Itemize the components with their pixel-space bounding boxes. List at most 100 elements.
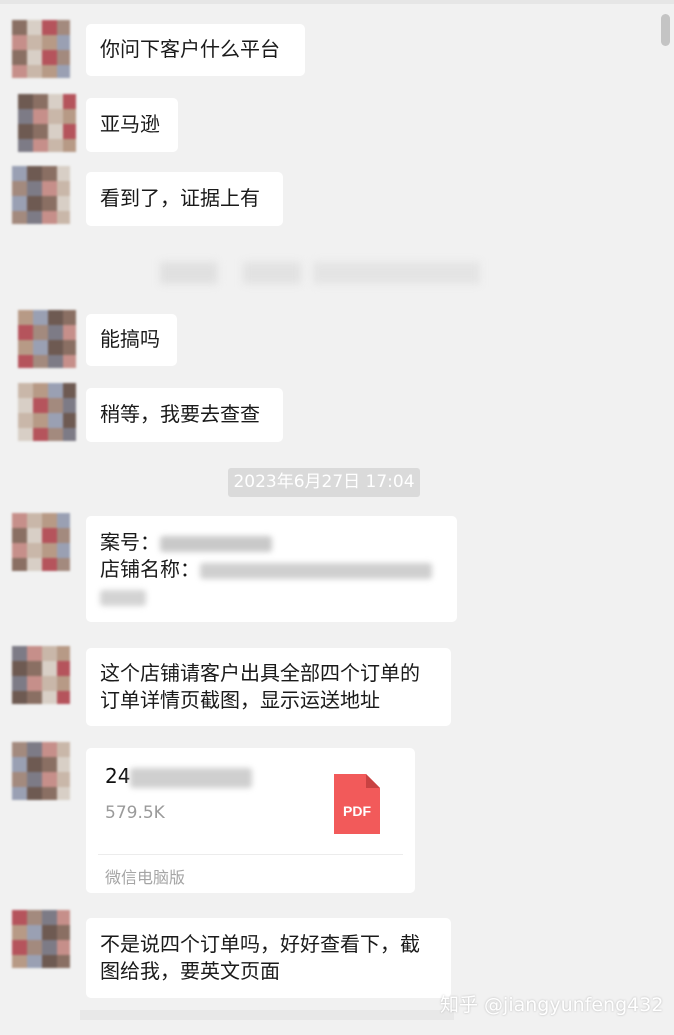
message-bubble[interactable]: 不是说四个订单吗，好好查看下，截 图给我，要英文页面	[86, 918, 451, 998]
avatar-pixel	[12, 166, 27, 181]
avatar-pixel	[27, 543, 42, 558]
avatar-pixel	[27, 211, 42, 224]
avatar-pixel	[27, 528, 42, 543]
avatar-pixel	[27, 20, 42, 35]
avatar-pixel	[18, 94, 33, 109]
avatar-pixel	[57, 50, 70, 65]
file-name: 24	[105, 764, 253, 788]
next-message-edge	[80, 1010, 454, 1020]
avatar-pixel	[27, 772, 42, 787]
avatar-pixel	[42, 35, 57, 50]
case-number-label: 案号：	[100, 530, 160, 554]
avatar-pixel	[48, 325, 63, 340]
watermark: 知乎 @jiangyunfeng432	[440, 994, 664, 1016]
file-message-card[interactable]: 24 579.5K PDF 微信电脑版	[86, 748, 415, 893]
avatar-pixel	[42, 196, 57, 211]
avatar-pixel	[12, 181, 27, 196]
avatar-pixel	[12, 787, 27, 800]
avatar-pixel	[27, 742, 42, 757]
message-bubble[interactable]: 亚马逊	[86, 98, 178, 152]
avatar-pixel	[42, 955, 57, 968]
avatar[interactable]	[12, 910, 70, 968]
avatar-pixel	[27, 50, 42, 65]
avatar-pixel	[63, 109, 76, 124]
redacted-store-name	[200, 562, 432, 579]
avatar-pixel	[42, 940, 57, 955]
avatar-pixel	[42, 513, 57, 528]
avatar-pixel	[57, 955, 70, 968]
avatar-pixel	[33, 340, 48, 355]
avatar-pixel	[12, 925, 27, 940]
avatar-pixel	[12, 196, 27, 211]
avatar[interactable]	[12, 166, 70, 224]
scrollbar-thumb[interactable]	[661, 14, 670, 46]
avatar[interactable]	[18, 383, 76, 441]
avatar-pixel	[12, 676, 27, 691]
avatar-pixel	[27, 910, 42, 925]
avatar-pixel	[63, 413, 76, 428]
avatar[interactable]	[12, 646, 70, 704]
message-bubble[interactable]: 看到了，证据上有	[86, 172, 283, 226]
avatar-pixel	[12, 910, 27, 925]
avatar-pixel	[57, 543, 70, 558]
message-text-line-1: 不是说四个订单吗，好好查看下，截	[100, 932, 420, 956]
avatar-pixel	[42, 50, 57, 65]
avatar-pixel	[63, 355, 76, 368]
top-divider	[0, 0, 674, 4]
avatar[interactable]	[12, 742, 70, 800]
avatar-pixel	[57, 742, 70, 757]
avatar-pixel	[12, 558, 27, 571]
message-text-line-2: 图给我，要英文页面	[100, 959, 280, 983]
pdf-file-icon: PDF	[334, 774, 380, 834]
avatar-pixel	[63, 428, 76, 441]
message-bubble[interactable]: 案号： 店铺名称：	[86, 516, 457, 622]
message-text: 你问下客户什么平台	[100, 37, 280, 61]
message-text: 能搞吗	[100, 327, 160, 351]
avatar-pixel	[42, 925, 57, 940]
message-bubble[interactable]: 能搞吗	[86, 314, 177, 366]
avatar-pixel	[27, 166, 42, 181]
avatar-pixel	[27, 35, 42, 50]
avatar-pixel	[57, 65, 70, 78]
avatar-pixel	[48, 109, 63, 124]
avatar-pixel	[57, 558, 70, 571]
avatar-pixel	[12, 661, 27, 676]
avatar-pixel	[18, 428, 33, 441]
avatar-pixel	[57, 20, 70, 35]
avatar-pixel	[27, 513, 42, 528]
avatar-pixel	[33, 355, 48, 368]
message-bubble[interactable]: 这个店铺请客户出具全部四个订单的 订单详情页截图，显示运送地址	[86, 648, 451, 726]
avatar-pixel	[18, 355, 33, 368]
file-size: 579.5K	[105, 803, 165, 823]
avatar-pixel	[33, 94, 48, 109]
avatar-pixel	[48, 428, 63, 441]
avatar[interactable]	[18, 310, 76, 368]
avatar-pixel	[57, 691, 70, 704]
avatar-pixel	[18, 310, 33, 325]
avatar[interactable]	[12, 20, 70, 78]
avatar-pixel	[12, 528, 27, 543]
avatar-pixel	[33, 398, 48, 413]
avatar-pixel	[18, 109, 33, 124]
avatar-pixel	[12, 513, 27, 528]
avatar[interactable]	[12, 513, 70, 571]
avatar-pixel	[57, 661, 70, 676]
avatar-pixel	[18, 124, 33, 139]
avatar-pixel	[27, 676, 42, 691]
message-text: 看到了，证据上有	[100, 186, 260, 210]
avatar-pixel	[42, 691, 57, 704]
file-source-label: 微信电脑版	[105, 868, 186, 887]
avatar-pixel	[42, 661, 57, 676]
message-text-line-1: 这个店铺请客户出具全部四个订单的	[100, 661, 420, 685]
avatar-pixel	[57, 925, 70, 940]
avatar-pixel	[33, 139, 48, 152]
avatar-pixel	[42, 787, 57, 800]
avatar[interactable]	[18, 94, 76, 152]
avatar-pixel	[63, 139, 76, 152]
message-bubble[interactable]: 你问下客户什么平台	[86, 24, 305, 76]
message-bubble[interactable]: 稍等，我要去查查	[86, 388, 283, 442]
file-card-divider	[98, 854, 403, 855]
message-text: 稍等，我要去查查	[100, 402, 260, 426]
redacted-file-name	[130, 767, 253, 788]
avatar-pixel	[33, 428, 48, 441]
